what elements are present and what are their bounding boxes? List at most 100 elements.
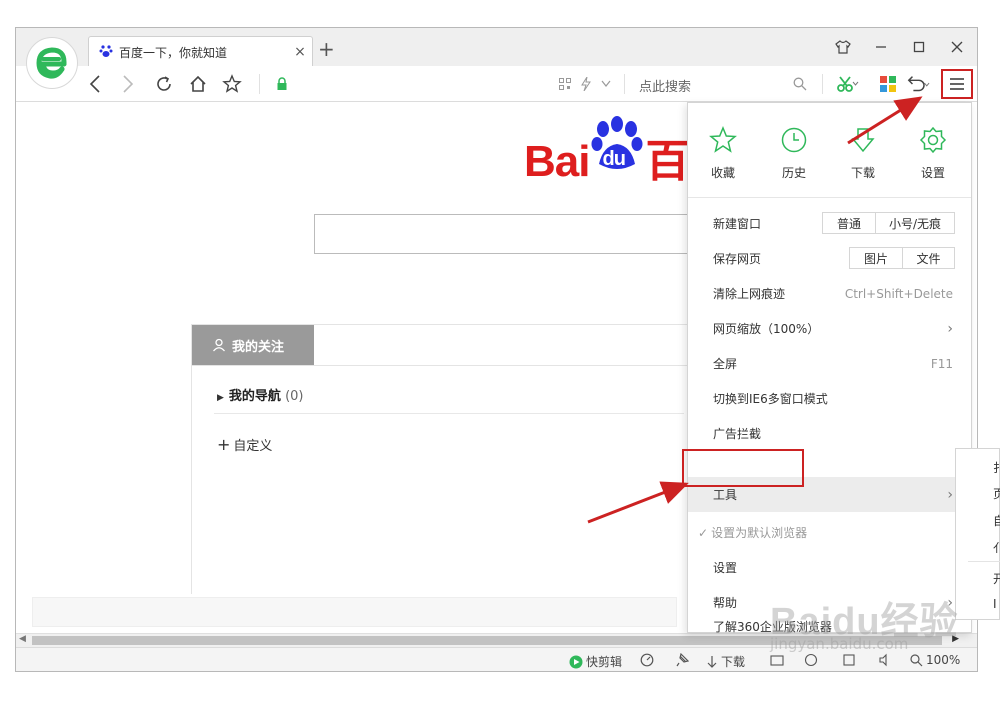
- menu-history-label: 历史: [781, 166, 806, 180]
- chevron-down-icon[interactable]: [594, 72, 618, 96]
- menu-help[interactable]: 帮助 ›: [688, 585, 971, 620]
- forward-icon[interactable]: [116, 72, 140, 96]
- menu-history-button[interactable]: 历史: [764, 125, 824, 181]
- save-page-label: 保存网页: [713, 252, 762, 266]
- save-file-button[interactable]: 文件: [902, 247, 955, 269]
- scissors-icon[interactable]: [836, 72, 860, 96]
- zoom-control[interactable]: 100%: [910, 653, 960, 667]
- divider: [214, 413, 684, 414]
- my-nav-count: (0): [285, 389, 304, 404]
- menu-favorites-button[interactable]: 收藏: [693, 125, 753, 181]
- divider: [192, 365, 691, 366]
- star-icon: [708, 125, 738, 155]
- bottom-bar-input[interactable]: [32, 597, 677, 627]
- separator: [822, 74, 823, 94]
- submenu-item[interactable]: 亻: [993, 539, 1000, 556]
- maximize-icon[interactable]: [905, 36, 933, 58]
- minimize-icon[interactable]: [867, 36, 895, 58]
- menu-settings[interactable]: 设置: [688, 550, 971, 585]
- browser-logo[interactable]: [26, 37, 78, 89]
- menu-ad-block[interactable]: 广告拦截: [688, 416, 971, 451]
- quick-clip-label: 快剪辑: [586, 655, 623, 669]
- apps-grid-icon[interactable]: [876, 72, 900, 96]
- new-tab-button[interactable]: +: [318, 38, 335, 60]
- menu-set-default[interactable]: ✓ 设置为默认浏览器: [688, 515, 971, 550]
- speed-icon[interactable]: [640, 653, 654, 667]
- volume-icon[interactable]: [878, 653, 892, 667]
- quick-clip-button[interactable]: 快剪辑: [569, 653, 622, 670]
- scroll-right-icon[interactable]: ▶: [952, 634, 959, 644]
- skin-icon[interactable]: [829, 36, 857, 58]
- check-icon: ✓: [698, 525, 709, 540]
- menu-settings-button[interactable]: 设置: [903, 125, 963, 181]
- download-arrow-icon: [707, 655, 717, 668]
- back-icon[interactable]: [83, 72, 107, 96]
- divider: [968, 561, 1000, 562]
- my-nav-toggle[interactable]: ▶ 我的导航 (0): [217, 385, 304, 404]
- chevron-right-icon: ›: [947, 486, 953, 503]
- search-input[interactable]: 点此搜索: [639, 76, 691, 95]
- menu-quick-actions: 收藏 历史 下载 设置: [688, 103, 971, 198]
- submenu-item[interactable]: 页: [993, 485, 1000, 502]
- zoom-label: 网页缩放（100%）: [713, 322, 820, 336]
- menu-fullscreen[interactable]: 全屏 F11: [688, 346, 971, 381]
- menu-new-window: 新建窗口 普通 小号/无痕: [688, 206, 971, 241]
- scrollbar-thumb[interactable]: [32, 636, 942, 645]
- menu-about-enterprise[interactable]: 了解360企业版浏览器: [688, 619, 971, 634]
- scroll-left-icon[interactable]: ◀: [19, 634, 26, 644]
- browser-e-logo-icon: [36, 47, 67, 79]
- secure-lock-icon: [270, 72, 294, 96]
- undo-icon[interactable]: [906, 72, 930, 96]
- baidu-logo[interactable]: Bai du 百: [524, 116, 689, 189]
- ad-block-label: 广告拦截: [713, 427, 762, 441]
- submenu-item[interactable]: I: [993, 597, 997, 611]
- refresh-icon[interactable]: [152, 72, 176, 96]
- download-status-label: 下载: [721, 655, 746, 669]
- screenshot-icon[interactable]: [842, 653, 856, 667]
- new-window-incognito-button[interactable]: 小号/无痕: [875, 212, 955, 234]
- my-nav-label: 我的导航: [228, 389, 281, 404]
- user-icon: [213, 338, 225, 352]
- menu-zoom[interactable]: 网页缩放（100%） ›: [688, 311, 971, 346]
- main-menu-button[interactable]: [941, 69, 973, 99]
- browser-tab[interactable]: 百度一下，你就知道 ×: [88, 36, 313, 67]
- pin-icon[interactable]: [675, 653, 689, 667]
- ie6-mode-label: 切换到IE6多窗口模式: [713, 392, 828, 406]
- nav-toolbar: 点此搜索: [16, 66, 977, 102]
- tab-title: 百度一下，你就知道: [119, 45, 228, 60]
- close-icon[interactable]: [943, 36, 971, 58]
- submenu-item[interactable]: 扌: [993, 459, 1000, 476]
- save-image-button[interactable]: 图片: [849, 247, 903, 269]
- submenu-item[interactable]: 自: [993, 512, 1000, 529]
- fullscreen-label: 全屏: [713, 357, 738, 371]
- zoom-level: 100%: [926, 653, 961, 667]
- menu-ie6-mode[interactable]: 切换到IE6多窗口模式: [688, 381, 971, 416]
- magnifier-icon: [910, 653, 923, 666]
- horizontal-scrollbar[interactable]: ◀ ▶: [16, 633, 977, 647]
- translate-icon[interactable]: [770, 653, 784, 667]
- set-default-label: 设置为默认浏览器: [711, 526, 808, 540]
- tab-close-button[interactable]: ×: [288, 44, 312, 60]
- follow-tab-label: 我的关注: [232, 339, 285, 355]
- hamburger-icon: [950, 78, 964, 90]
- home-icon[interactable]: [186, 72, 210, 96]
- submenu-item[interactable]: 开: [993, 570, 1000, 587]
- favorite-star-icon[interactable]: [220, 72, 244, 96]
- menu-clear-history[interactable]: 清除上网痕迹 Ctrl+Shift+Delete: [688, 276, 971, 311]
- main-menu-dropdown: 收藏 历史 下载 设置 新建窗口 普通 小号/无痕 保存网页 图片 文件 清除上…: [687, 102, 972, 634]
- new-window-label: 新建窗口: [713, 217, 762, 231]
- custom-button[interactable]: + 自定义: [217, 435, 272, 454]
- download-status-button[interactable]: 下载: [706, 653, 745, 670]
- new-window-normal-button[interactable]: 普通: [822, 212, 876, 234]
- search-icon[interactable]: [788, 72, 812, 96]
- baidu-search-input[interactable]: [314, 214, 694, 254]
- tools-label: 工具: [713, 488, 738, 502]
- tab-my-follow[interactable]: 我的关注: [192, 325, 314, 365]
- chevron-right-icon: ›: [947, 594, 953, 611]
- ie-icon[interactable]: [804, 653, 818, 667]
- fullscreen-shortcut: F11: [930, 356, 953, 371]
- about-enterprise-label: 了解360企业版浏览器: [713, 619, 832, 634]
- tools-highlight-box: [682, 449, 804, 487]
- menu-download-button[interactable]: 下载: [833, 125, 893, 181]
- menu-save-page: 保存网页 图片 文件: [688, 241, 971, 276]
